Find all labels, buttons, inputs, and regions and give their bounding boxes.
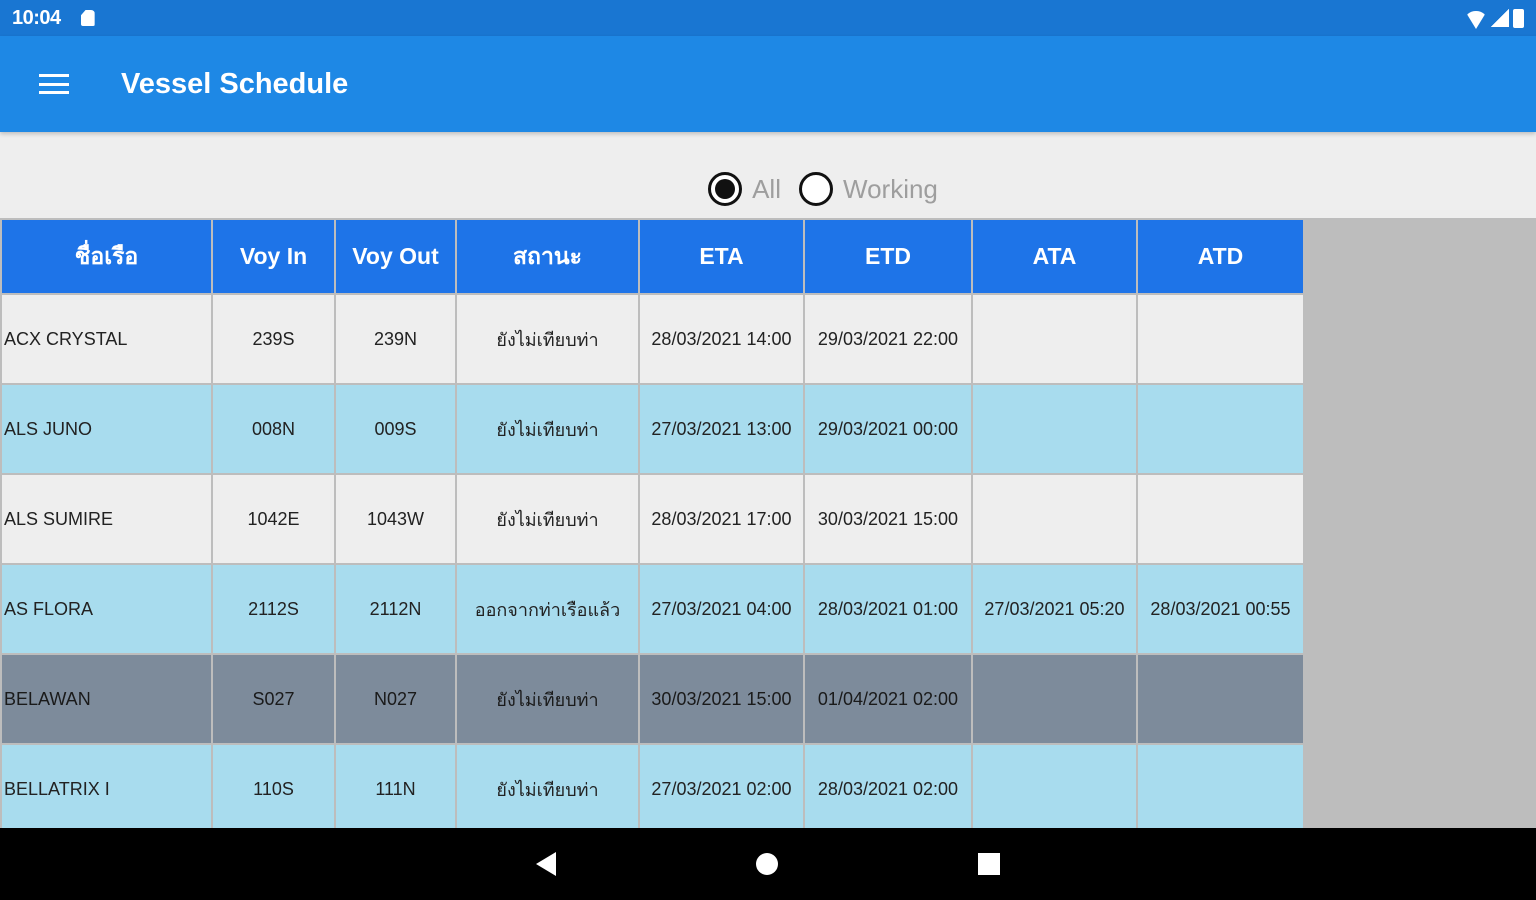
app-bar: Vessel Schedule	[0, 36, 1536, 132]
cell-status: ยังไม่เทียบท่า	[455, 473, 640, 565]
cell-ata	[971, 293, 1138, 385]
cell-etd: 30/03/2021 15:00	[803, 473, 973, 565]
cell-atd	[1136, 473, 1305, 565]
schedule-table-container[interactable]: ชื่อเรือ Voy In Voy Out สถานะ ETA ETD AT…	[0, 218, 1536, 835]
cell-atd: 28/03/2021 00:55	[1136, 563, 1305, 655]
menu-icon[interactable]	[39, 74, 69, 94]
cell-etd: 29/03/2021 22:00	[803, 293, 973, 385]
radio-working-label: Working	[843, 173, 938, 204]
cell-eta: 30/03/2021 15:00	[638, 653, 805, 745]
table-row[interactable]: ALS JUNO 008N 009S ยังไม่เทียบท่า 27/03/…	[0, 383, 1305, 475]
page-title: Vessel Schedule	[121, 67, 349, 100]
cell-voy-out: 111N	[334, 743, 457, 835]
cell-vessel-name: ACX CRYSTAL	[0, 293, 213, 385]
wifi-icon	[1465, 11, 1487, 29]
battery-icon	[1513, 8, 1524, 28]
header-vessel-name[interactable]: ชื่อเรือ	[0, 218, 213, 295]
status-time: 10:04	[12, 6, 61, 29]
radio-working[interactable]: Working	[799, 172, 938, 206]
filter-radio-group: All Working	[0, 132, 1536, 218]
header-ata[interactable]: ATA	[971, 218, 1138, 295]
cell-status: ออกจากท่าเรือแล้ว	[455, 563, 640, 655]
table-row[interactable]: ALS SUMIRE 1042E 1043W ยังไม่เทียบท่า 28…	[0, 473, 1305, 565]
radio-selected-icon[interactable]	[708, 172, 743, 206]
cell-eta: 27/03/2021 04:00	[638, 563, 805, 655]
radio-all[interactable]: All	[708, 172, 781, 206]
cell-voy-out: 009S	[334, 383, 457, 475]
cell-vessel-name: ALS JUNO	[0, 383, 213, 475]
radio-unselected-icon[interactable]	[799, 172, 833, 206]
cell-voy-in: 008N	[211, 383, 336, 475]
cell-status: ยังไม่เทียบท่า	[455, 653, 640, 745]
radio-all-label: All	[752, 173, 781, 204]
header-etd[interactable]: ETD	[803, 218, 973, 295]
cell-etd: 28/03/2021 02:00	[803, 743, 973, 835]
cell-status: ยังไม่เทียบท่า	[455, 383, 640, 475]
header-eta[interactable]: ETA	[638, 218, 805, 295]
sd-card-icon	[80, 10, 95, 26]
cell-eta: 27/03/2021 02:00	[638, 743, 805, 835]
table-row[interactable]: ACX CRYSTAL 239S 239N ยังไม่เทียบท่า 28/…	[0, 293, 1305, 385]
cell-atd	[1136, 743, 1305, 835]
system-nav-bar	[0, 828, 1536, 900]
cell-voy-out: 2112N	[334, 563, 457, 655]
status-bar: 10:04	[0, 0, 1536, 36]
cell-vessel-name: BELLATRIX I	[0, 743, 213, 835]
table-header-row: ชื่อเรือ Voy In Voy Out สถานะ ETA ETD AT…	[0, 218, 1305, 295]
cell-voy-out: N027	[334, 653, 457, 745]
cell-status: ยังไม่เทียบท่า	[455, 293, 640, 385]
cell-voy-in: 110S	[211, 743, 336, 835]
cell-atd	[1136, 383, 1305, 475]
cell-ata	[971, 383, 1138, 475]
cell-atd	[1136, 653, 1305, 745]
cell-etd: 28/03/2021 01:00	[803, 563, 973, 655]
cell-vessel-name: ALS SUMIRE	[0, 473, 213, 565]
cell-voy-in: 239S	[211, 293, 336, 385]
status-icons	[1465, 7, 1524, 29]
cell-ata	[971, 743, 1138, 835]
home-icon[interactable]	[756, 853, 778, 875]
cell-etd: 29/03/2021 00:00	[803, 383, 973, 475]
signal-icon	[1491, 9, 1509, 27]
schedule-table: ชื่อเรือ Voy In Voy Out สถานะ ETA ETD AT…	[0, 218, 1305, 835]
cell-eta: 28/03/2021 17:00	[638, 473, 805, 565]
cell-eta: 28/03/2021 14:00	[638, 293, 805, 385]
header-voy-out[interactable]: Voy Out	[334, 218, 457, 295]
cell-voy-out: 239N	[334, 293, 457, 385]
table-row[interactable]: BELLATRIX I 110S 111N ยังไม่เทียบท่า 27/…	[0, 743, 1305, 835]
cell-voy-out: 1043W	[334, 473, 457, 565]
cell-etd: 01/04/2021 02:00	[803, 653, 973, 745]
cell-ata: 27/03/2021 05:20	[971, 563, 1138, 655]
back-icon[interactable]	[536, 852, 556, 876]
table-row[interactable]: AS FLORA 2112S 2112N ออกจากท่าเรือแล้ว 2…	[0, 563, 1305, 655]
cell-eta: 27/03/2021 13:00	[638, 383, 805, 475]
cell-voy-in: 1042E	[211, 473, 336, 565]
cell-status: ยังไม่เทียบท่า	[455, 743, 640, 835]
cell-vessel-name: BELAWAN	[0, 653, 213, 745]
recents-icon[interactable]	[978, 853, 1000, 875]
cell-ata	[971, 653, 1138, 745]
cell-vessel-name: AS FLORA	[0, 563, 213, 655]
cell-voy-in: S027	[211, 653, 336, 745]
header-voy-in[interactable]: Voy In	[211, 218, 336, 295]
cell-voy-in: 2112S	[211, 563, 336, 655]
cell-ata	[971, 473, 1138, 565]
table-row[interactable]: BELAWAN S027 N027 ยังไม่เทียบท่า 30/03/2…	[0, 653, 1305, 745]
header-status[interactable]: สถานะ	[455, 218, 640, 295]
header-atd[interactable]: ATD	[1136, 218, 1305, 295]
cell-atd	[1136, 293, 1305, 385]
